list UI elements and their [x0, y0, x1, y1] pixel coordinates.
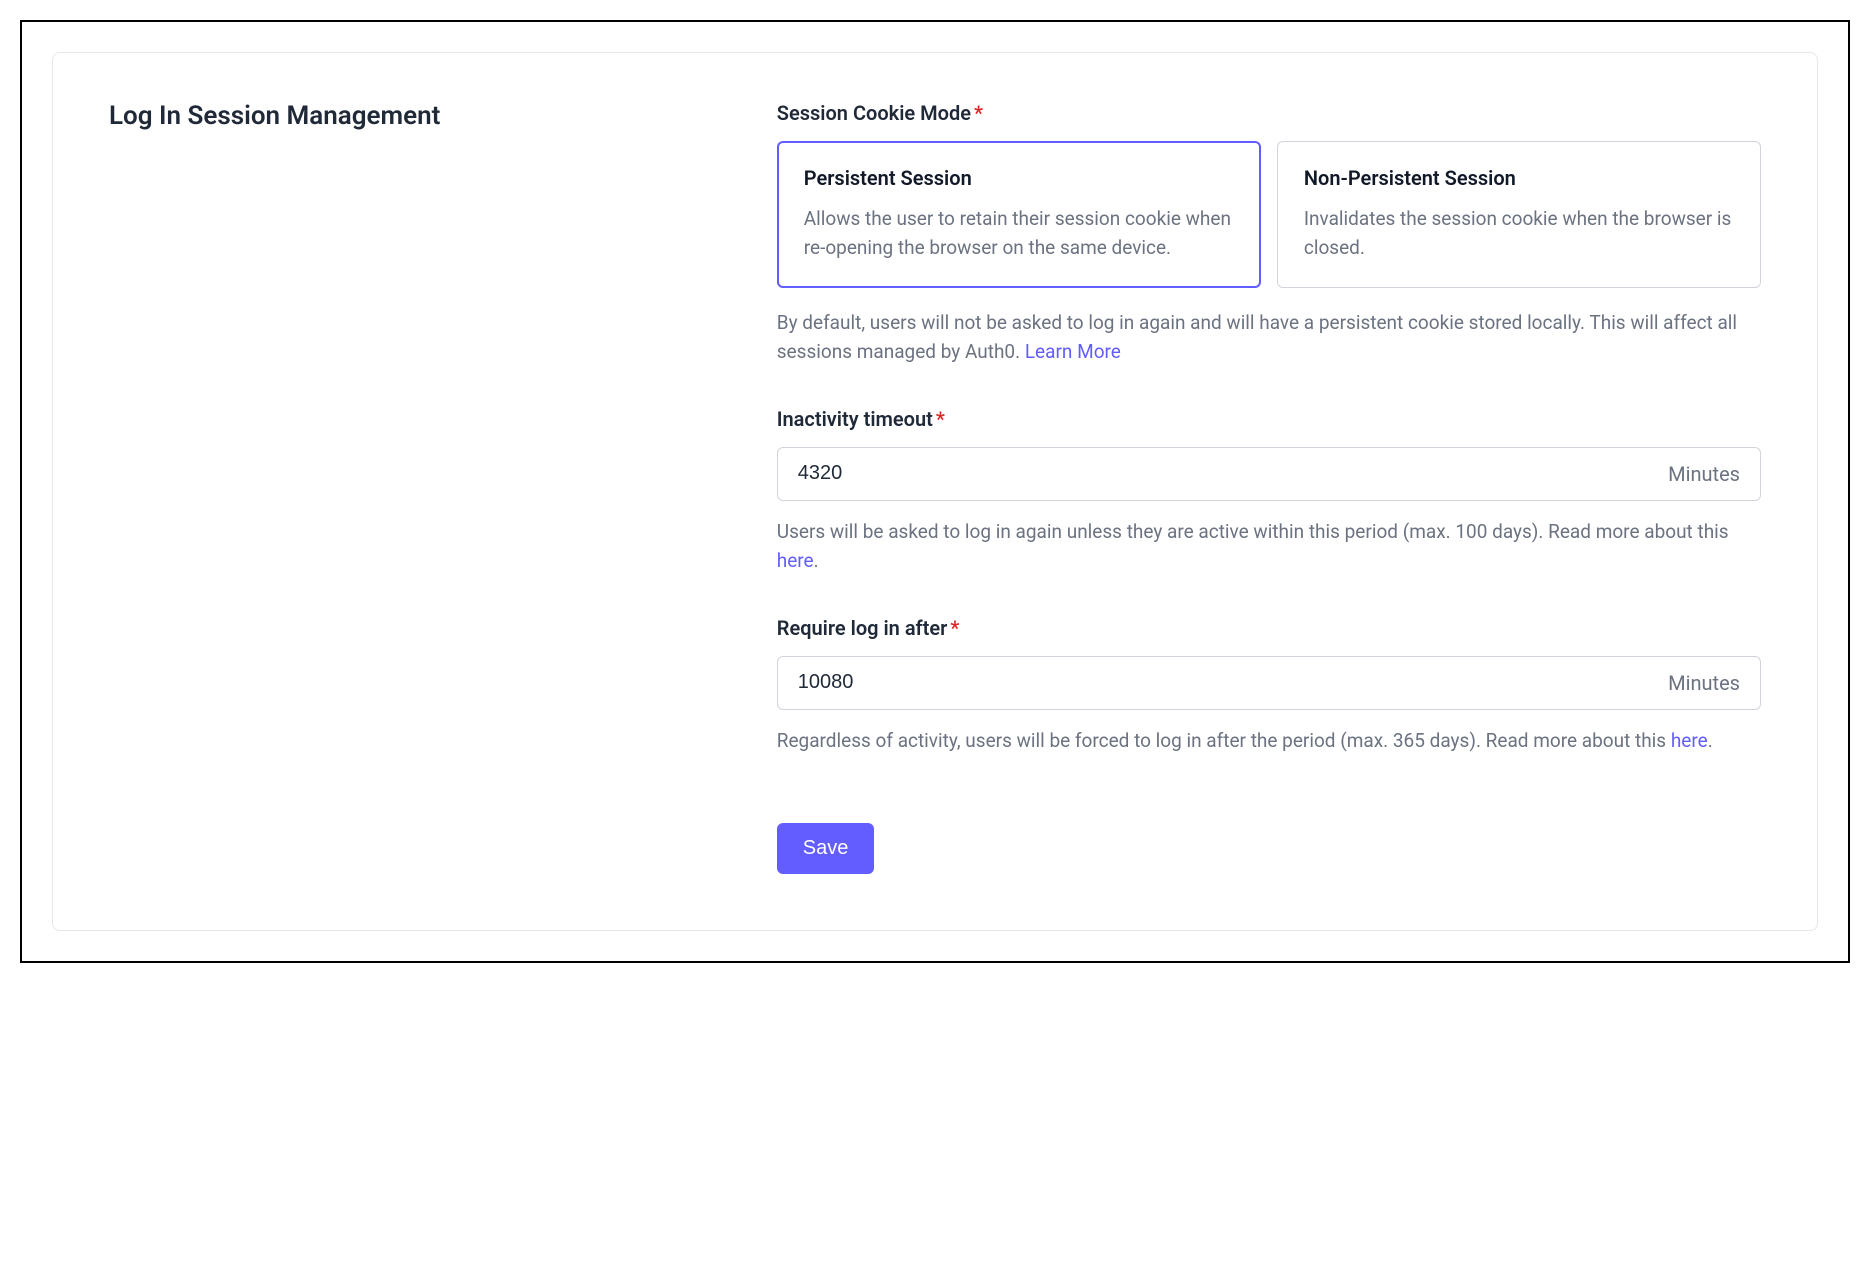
settings-card: Log In Session Management Session Cookie… — [52, 52, 1818, 931]
require-login-input-wrap: Minutes — [777, 656, 1761, 710]
inactivity-helper: Users will be asked to log in again unle… — [777, 517, 1761, 576]
cookie-mode-helper-text: By default, users will not be asked to l… — [777, 311, 1737, 363]
inactivity-input-wrap: Minutes — [777, 447, 1761, 501]
inactivity-unit: Minutes — [1668, 462, 1740, 486]
required-indicator: * — [974, 101, 983, 125]
require-login-unit: Minutes — [1668, 671, 1740, 695]
cookie-mode-helper: By default, users will not be asked to l… — [777, 308, 1761, 367]
require-login-input[interactable] — [798, 671, 1668, 694]
require-login-helper-suffix: . — [1708, 729, 1713, 752]
field-group-inactivity: Inactivity timeout* Minutes Users will b… — [777, 407, 1761, 576]
require-login-here-link[interactable]: here — [1671, 729, 1708, 752]
option-persistent-session[interactable]: Persistent Session Allows the user to re… — [777, 141, 1261, 288]
option-persistent-title: Persistent Session — [804, 166, 1234, 190]
field-group-cookie-mode: Session Cookie Mode* Persistent Session … — [777, 101, 1761, 367]
two-column-layout: Log In Session Management Session Cookie… — [109, 101, 1761, 874]
left-column: Log In Session Management — [109, 101, 737, 874]
option-non-persistent-title: Non-Persistent Session — [1304, 166, 1734, 190]
inactivity-here-link[interactable]: here — [777, 549, 814, 572]
require-login-label: Require log in after* — [777, 616, 1761, 640]
learn-more-link[interactable]: Learn More — [1025, 340, 1121, 363]
required-indicator: * — [950, 616, 959, 640]
option-non-persistent-desc: Invalidates the session cookie when the … — [1304, 204, 1734, 263]
require-login-helper-text: Regardless of activity, users will be fo… — [777, 729, 1671, 752]
cookie-mode-label-text: Session Cookie Mode — [777, 101, 971, 125]
require-login-label-text: Require log in after — [777, 616, 948, 640]
required-indicator: * — [936, 407, 945, 431]
outer-frame: Log In Session Management Session Cookie… — [20, 20, 1850, 963]
inactivity-label: Inactivity timeout* — [777, 407, 1761, 431]
option-persistent-desc: Allows the user to retain their session … — [804, 204, 1234, 263]
inactivity-helper-suffix: . — [814, 549, 819, 572]
inactivity-helper-text: Users will be asked to log in again unle… — [777, 520, 1729, 543]
section-title: Log In Session Management — [109, 101, 737, 131]
inactivity-label-text: Inactivity timeout — [777, 407, 933, 431]
field-group-require-login: Require log in after* Minutes Regardless… — [777, 616, 1761, 755]
right-column: Session Cookie Mode* Persistent Session … — [777, 101, 1761, 874]
require-login-helper: Regardless of activity, users will be fo… — [777, 726, 1761, 755]
cookie-mode-label: Session Cookie Mode* — [777, 101, 1761, 125]
save-button[interactable]: Save — [777, 823, 875, 874]
option-non-persistent-session[interactable]: Non-Persistent Session Invalidates the s… — [1277, 141, 1761, 288]
inactivity-input[interactable] — [798, 462, 1668, 485]
cookie-mode-options: Persistent Session Allows the user to re… — [777, 141, 1761, 288]
